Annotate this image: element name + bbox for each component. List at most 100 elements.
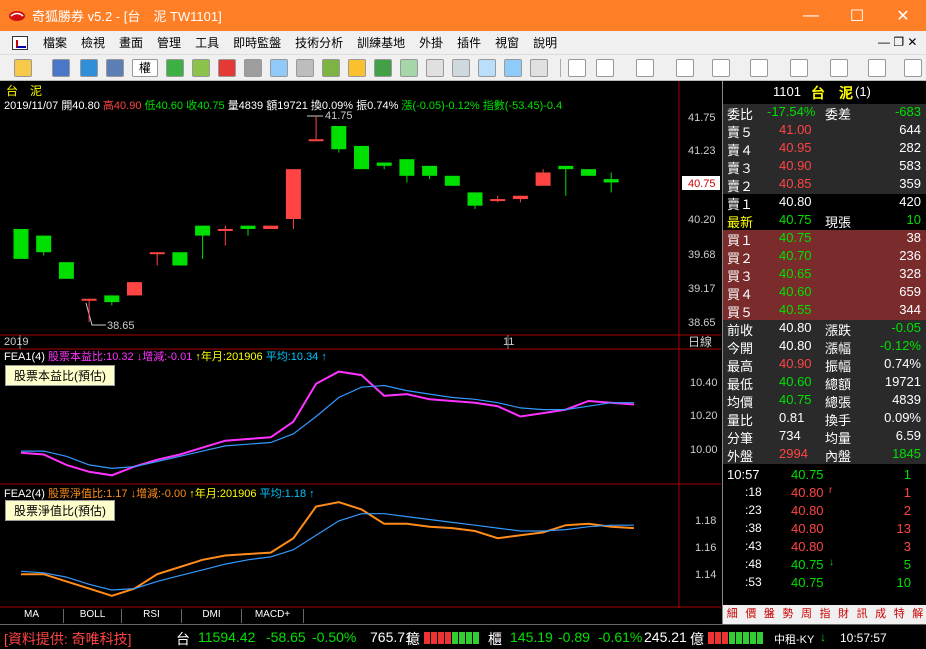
menu-view[interactable]: 檢視 [74,34,112,51]
menu-help[interactable]: 說明 [526,34,564,51]
line-tool-icon[interactable] [596,59,614,77]
menu-screen[interactable]: 畫面 [112,34,150,51]
compare-icon[interactable] [192,59,210,77]
fea1-axis-label: 10.00 [690,444,718,456]
save-icon[interactable] [52,59,70,77]
current-price-tag: 40.75 [688,178,716,190]
parallel-tool-icon[interactable] [790,59,808,77]
sheet-icon[interactable] [426,59,444,77]
text-tool-icon[interactable] [904,59,922,77]
rights-button[interactable]: 權 [132,59,158,77]
menu-training[interactable]: 訓練基地 [350,34,412,51]
quote-panel: 1101 台 泥 (1) 委比 -17.54% 委差 -683 賣５ 41.00… [722,81,926,624]
tick-row: :53 40.75 10 [723,575,926,593]
tab-trades[interactable]: 成 [871,605,890,624]
close-button[interactable]: ✕ [880,0,926,31]
minimize-button[interactable]: — [788,0,834,31]
menu-plugin[interactable]: 插件 [450,34,488,51]
bid-row: 買１ 40.75 38 [723,230,926,248]
rect-tool-icon[interactable] [830,59,848,77]
tab-special[interactable]: 特 [890,605,909,624]
tab-book[interactable]: 盤 [760,605,779,624]
tab-ma[interactable]: MA [0,609,64,623]
vline-tool-icon[interactable] [676,59,694,77]
money-icon[interactable] [374,59,392,77]
tab-rsi[interactable]: RSI [122,609,182,623]
move-icon[interactable] [80,59,98,77]
stat-value: -0.12% [879,338,921,353]
data-provider: [資料提供: 奇唯科技] [4,631,132,647]
header-index: 指數(-53.45)-0.4 [482,100,563,112]
warning-icon[interactable] [348,59,366,77]
tick-volume: 10 [896,575,911,590]
tab-macd[interactable]: MACD+ [242,609,304,623]
open-folder-icon[interactable] [14,59,32,77]
tab-dmi[interactable]: DMI [182,609,242,623]
tick-flag: ↓ [829,557,834,568]
chart-area[interactable]: 41.75 41.23 40.20 39.68 39.17 38.65 40.7… [0,81,721,624]
stat-value: 734 [779,428,801,443]
calc-icon[interactable] [452,59,470,77]
eraser-icon[interactable] [322,59,340,77]
fan-tool-icon[interactable] [712,59,730,77]
table-icon[interactable] [296,59,314,77]
tick-price: 40.75 [791,467,824,482]
grid-icon[interactable] [400,59,418,77]
tab-news[interactable]: 訊 [853,605,872,624]
tab-detail[interactable]: 細 [723,605,742,624]
tab-week[interactable]: 周 [797,605,816,624]
maximize-button[interactable]: ☐ [834,0,880,31]
mdi-window-controls[interactable]: — ❐ ✕ [878,35,917,49]
alert-icon[interactable] [218,59,236,77]
draw-tool-icon[interactable] [568,59,586,77]
fea1-label[interactable]: 股票本益比(預估) [5,365,115,386]
menu-monitor[interactable]: 即時監盤 [226,34,288,51]
menu-technical[interactable]: 技術分析 [288,34,350,51]
menu-tools[interactable]: 工具 [188,34,226,51]
stat-row: 最低 40.60 總額 19721 [723,374,926,392]
tick-volume: 3 [903,539,911,554]
tab-trend[interactable]: 勢 [779,605,798,624]
tab-index[interactable]: 指 [816,605,835,624]
tick-time: :53 [745,575,762,589]
tab-finance[interactable]: 財 [834,605,853,624]
clock: 10:57:57 [840,631,887,645]
fea2-label[interactable]: 股票淨值比(預估) [5,500,115,521]
period-label[interactable]: 日線 [688,334,712,349]
copy-icon[interactable] [244,59,262,77]
menu-window[interactable]: 視窗 [488,34,526,51]
bid-price: 40.75 [779,230,812,245]
fea1-header: FEA1(4) 股票本益比:10.32 ↓增減:-0.01 ↑年月:201906… [4,348,327,364]
chart-window-icon[interactable] [478,59,496,77]
stock-suffix: (1) [855,84,871,99]
split-window-icon[interactable] [504,59,522,77]
stat-label: 振幅 [825,359,852,374]
bid-price: 40.60 [779,284,812,299]
config-icon[interactable] [530,59,548,77]
twse-pct: -0.50% [312,629,357,645]
tab-price[interactable]: 價 [742,605,761,624]
menu-addon[interactable]: 外掛 [412,34,450,51]
bid-label: 買４ [727,287,754,302]
tab-explain[interactable]: 解 [908,605,926,624]
ellipse-tool-icon[interactable] [868,59,886,77]
stat-label: 量比 [727,413,754,428]
tab-boll[interactable]: BOLL [64,609,122,623]
stat-label: 換手 [825,413,852,428]
bid-volume: 659 [899,284,921,299]
ask-row: 賣２ 40.85 359 [723,176,926,194]
header-high: 高40.90 [102,100,142,112]
bid-price: 40.65 [779,266,812,281]
document-icon[interactable] [270,59,288,77]
fea2-axis-label: 1.18 [695,515,716,527]
tick-price: 40.75 [791,575,824,590]
channel-tool-icon[interactable] [750,59,768,77]
indicator-icon[interactable] [166,59,184,77]
hline-tool-icon[interactable] [636,59,654,77]
ticker-symbol[interactable]: 中租-KY [774,631,814,647]
menu-file[interactable]: 檔案 [36,34,74,51]
ask-volume: 583 [899,158,921,173]
menu-manage[interactable]: 管理 [150,34,188,51]
layout-icon[interactable] [106,59,124,77]
chart-app-icon[interactable] [12,35,28,50]
